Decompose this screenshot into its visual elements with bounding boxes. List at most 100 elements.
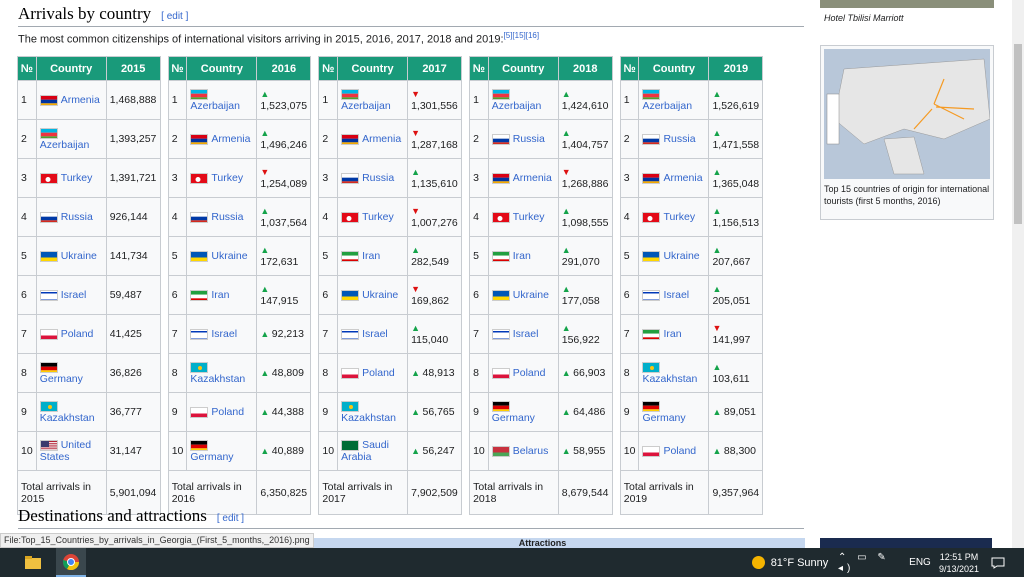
country-link[interactable]: Turkey — [61, 172, 93, 184]
country-link[interactable]: Turkey — [513, 211, 545, 223]
chrome-icon[interactable] — [56, 548, 86, 577]
table-spacer — [310, 392, 318, 432]
country-link[interactable]: Ukraine — [663, 250, 699, 262]
country-link[interactable]: Turkey — [362, 211, 394, 223]
table-row: 4 Russia ▲ 1,037,564 — [167, 197, 318, 237]
table-spacer — [612, 431, 620, 471]
country-link[interactable]: Azerbaijan — [40, 139, 90, 151]
country-link[interactable]: Armenia — [61, 94, 100, 106]
file-explorer-icon[interactable] — [22, 548, 44, 577]
country-link[interactable]: Poland — [663, 445, 696, 457]
value-cell: ▲ 172,631 — [256, 236, 312, 276]
country-link[interactable]: Ukraine — [513, 289, 549, 301]
country-link[interactable]: Poland — [61, 328, 94, 340]
country-link[interactable]: Poland — [362, 367, 395, 379]
country-cell: Israel — [638, 275, 710, 315]
arrivals-value: 1,523,075 — [260, 100, 308, 112]
edit-link-destinations[interactable]: [ edit ] — [217, 513, 244, 524]
country-link[interactable]: Iran — [211, 289, 229, 301]
header-country: Country — [35, 56, 107, 81]
country-link[interactable]: Iran — [513, 250, 531, 262]
country-link[interactable]: Israel — [663, 289, 689, 301]
value-cell: ▼ 1,007,276 — [407, 197, 463, 237]
table-row: 10 Belarus ▲ 58,955 — [469, 431, 620, 471]
country-link[interactable]: Iran — [663, 328, 681, 340]
rank-cell: 7 — [469, 314, 489, 354]
country-link[interactable]: Kazakhstan — [40, 412, 95, 424]
country-link[interactable]: Kazakhstan — [642, 373, 697, 385]
country-link[interactable]: Russia — [61, 211, 93, 223]
country-link[interactable]: Azerbaijan — [642, 100, 692, 112]
section-heading-arrivals: Arrivals by country [ edit ] — [18, 4, 804, 27]
arrivals-value: 48,809 — [271, 367, 304, 379]
country-link[interactable]: Turkey — [663, 211, 695, 223]
rank-cell: 2 — [17, 119, 37, 159]
table-row: 8 Kazakhstan ▲ 103,611 — [619, 353, 764, 393]
vertical-scrollbar[interactable] — [1012, 0, 1024, 548]
table-spacer — [160, 275, 168, 315]
country-link[interactable]: Israel — [362, 328, 388, 340]
country-link[interactable]: Azerbaijan — [190, 100, 240, 112]
country-link[interactable]: Ukraine — [211, 250, 247, 262]
table-spacer — [461, 275, 469, 315]
arrivals-value: 141,997 — [712, 334, 751, 346]
edit-link[interactable]: [ edit ] — [161, 11, 188, 22]
country-link[interactable]: Israel — [513, 328, 539, 340]
references-link[interactable]: [5][15][16] — [504, 31, 540, 40]
tourist-origin-map[interactable] — [824, 49, 990, 179]
country-link[interactable]: Iran — [362, 250, 380, 262]
country-link[interactable]: Kazakhstan — [341, 412, 396, 424]
increase-arrow-icon: ▲ — [712, 407, 724, 417]
country-link[interactable]: Armenia — [362, 133, 401, 145]
country-link[interactable]: Russia — [362, 172, 394, 184]
table-spacer — [461, 431, 469, 471]
country-cell: Russia — [186, 197, 258, 237]
table-spacer — [160, 314, 168, 354]
country-link[interactable]: Israel — [61, 289, 87, 301]
arrivals-table-2019: № Country 2019 1 Azerbaijan ▲ 1,526,619 2 Russi… — [619, 56, 764, 515]
country-link[interactable]: Germany — [40, 373, 83, 385]
hotel-image[interactable] — [820, 0, 994, 8]
table-row: 1 Azerbaijan ▲ 1,424,610 — [469, 80, 620, 120]
rank-cell: 3 — [167, 158, 188, 198]
scrollbar-thumb[interactable] — [1014, 44, 1022, 224]
country-cell: Azerbaijan — [638, 80, 710, 120]
attractions-image[interactable] — [820, 538, 992, 548]
country-link[interactable]: Azerbaijan — [341, 100, 391, 112]
country-cell: Turkey — [35, 158, 107, 198]
country-link[interactable]: Turkey — [211, 172, 243, 184]
increase-arrow-icon: ▲ — [411, 323, 420, 333]
country-link[interactable]: Germany — [190, 451, 233, 463]
country-link[interactable]: Armenia — [663, 172, 702, 184]
notification-icon[interactable] — [986, 548, 1010, 577]
country-cell: Kazakhstan — [35, 392, 107, 432]
country-link[interactable]: Germany — [492, 412, 535, 424]
country-link[interactable]: Belarus — [513, 445, 549, 457]
section-title: Arrivals by country — [18, 4, 152, 23]
start-button[interactable] — [0, 548, 20, 577]
country-link[interactable]: Russia — [513, 133, 545, 145]
country-link[interactable]: Armenia — [211, 133, 250, 145]
country-link[interactable]: Kazakhstan — [190, 373, 245, 385]
country-link[interactable]: Russia — [663, 133, 695, 145]
rank-cell: 9 — [17, 392, 37, 432]
clock[interactable]: 12:51 PM 9/13/2021 — [935, 548, 983, 577]
country-link[interactable]: Ukraine — [61, 250, 97, 262]
language-indicator[interactable]: ENG — [908, 548, 932, 577]
country-link[interactable]: Israel — [211, 328, 237, 340]
country-link[interactable]: Poland — [211, 406, 244, 418]
country-cell: Azerbaijan — [35, 119, 107, 159]
rank-cell: 6 — [17, 275, 37, 315]
country-link[interactable]: Azerbaijan — [492, 100, 542, 112]
country-link[interactable]: Russia — [211, 211, 243, 223]
country-link[interactable]: Ukraine — [362, 289, 398, 301]
country-link[interactable]: Germany — [642, 412, 685, 424]
arrivals-value: 1,391,721 — [109, 172, 157, 184]
table-row: 6 Ukraine ▼ 169,862 — [318, 275, 469, 315]
attractions-header: Attractions — [280, 538, 805, 548]
system-tray-icons[interactable]: ⌃ ▭ ✎ ◂) — [838, 548, 908, 577]
country-link[interactable]: Poland — [513, 367, 546, 379]
country-link[interactable]: Armenia — [513, 172, 552, 184]
weather-widget[interactable]: 81°F Sunny — [745, 548, 835, 577]
arrivals-value: 141,734 — [109, 250, 148, 262]
